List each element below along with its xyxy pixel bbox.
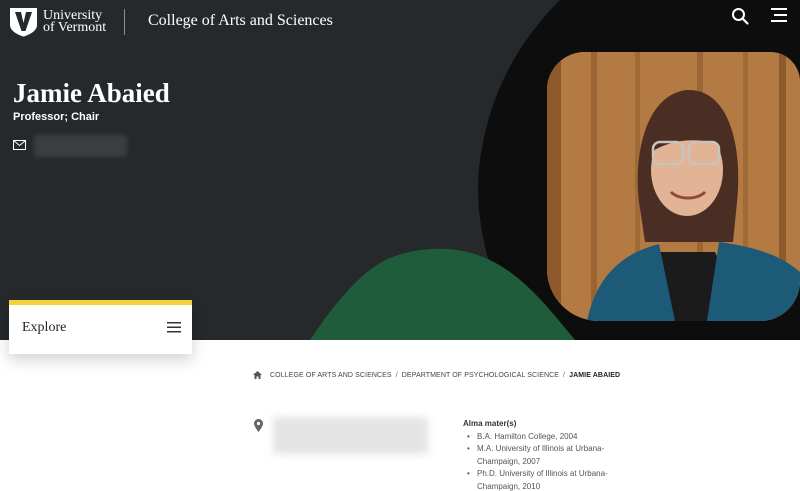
alma-mater-list: B.A. Hamilton College, 2004 M.A. Univers… bbox=[463, 431, 623, 491]
list-item: B.A. Hamilton College, 2004 bbox=[467, 431, 623, 444]
office-address-redacted bbox=[273, 417, 428, 454]
email-link-redacted[interactable] bbox=[34, 135, 127, 157]
explore-label: Explore bbox=[22, 320, 67, 335]
college-name-link[interactable]: College of Arts and Sciences bbox=[148, 12, 333, 30]
home-icon[interactable] bbox=[253, 371, 262, 379]
explore-menu-button[interactable]: Explore bbox=[9, 300, 192, 354]
hamburger-menu-icon bbox=[167, 322, 181, 333]
search-icon[interactable] bbox=[731, 7, 749, 25]
list-item: Ph.D. University of Illinois at Urbana-C… bbox=[467, 468, 623, 491]
profile-title: Professor; Chair bbox=[13, 111, 100, 123]
location-pin-icon bbox=[254, 419, 263, 432]
university-line-2: of Vermont bbox=[43, 20, 107, 35]
alma-mater-section: Alma mater(s) B.A. Hamilton College, 200… bbox=[463, 419, 623, 491]
breadcrumb: COLLEGE OF ARTS AND SCIENCES / DEPARTMEN… bbox=[253, 371, 620, 379]
breadcrumb-college[interactable]: COLLEGE OF ARTS AND SCIENCES bbox=[270, 372, 392, 379]
breadcrumb-separator: / bbox=[563, 371, 566, 379]
hamburger-menu-icon[interactable] bbox=[771, 8, 787, 22]
header-divider bbox=[124, 9, 125, 35]
breadcrumb-current: JAMIE ABAIED bbox=[569, 371, 621, 379]
profile-name: Jamie Abaied bbox=[13, 78, 170, 108]
university-wordmark: University of Vermont bbox=[43, 9, 107, 35]
mail-icon bbox=[13, 140, 26, 150]
alma-mater-title: Alma mater(s) bbox=[463, 419, 517, 428]
profile-photo bbox=[547, 52, 800, 321]
shield-icon bbox=[10, 8, 37, 37]
portrait-illustration bbox=[547, 52, 800, 321]
list-item: M.A. University of Illinois at Urbana-Ch… bbox=[467, 443, 623, 468]
breadcrumb-separator: / bbox=[395, 371, 398, 379]
breadcrumb-department[interactable]: DEPARTMENT OF PSYCHOLOGICAL SCIENCE bbox=[402, 372, 559, 379]
profile-hero: University of Vermont College of Arts an… bbox=[0, 0, 800, 340]
uvm-logo[interactable]: University of Vermont bbox=[9, 7, 106, 37]
